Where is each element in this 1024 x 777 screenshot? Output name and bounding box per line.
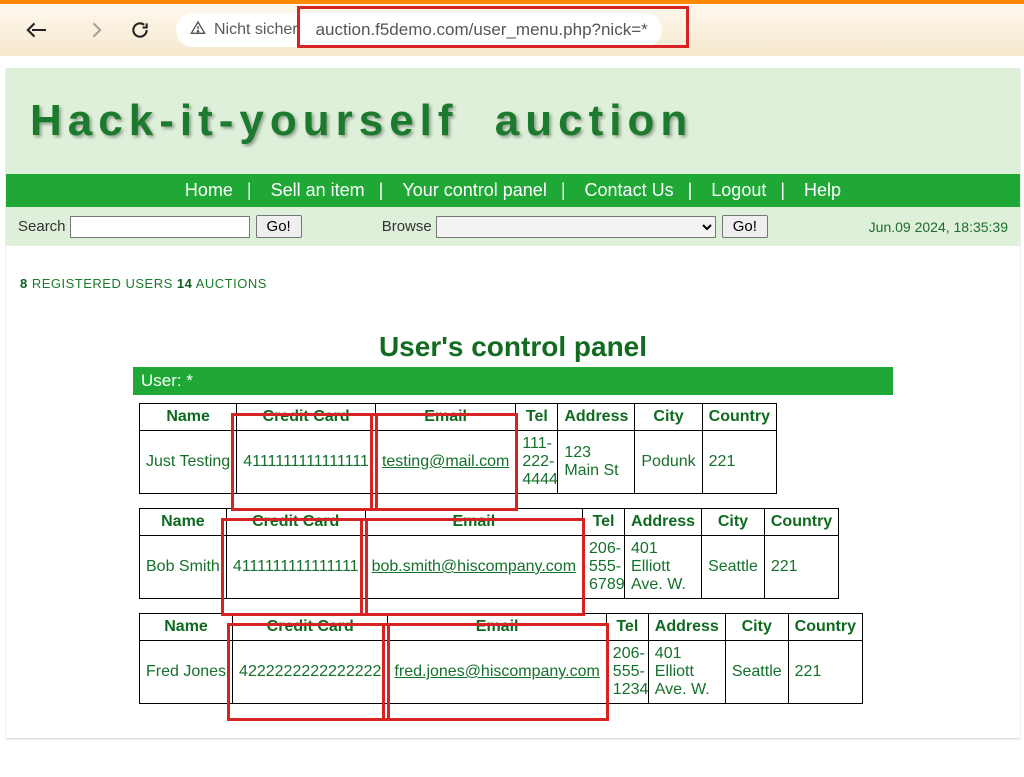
col-cc: Credit Card [237, 404, 376, 431]
panel-heading: User's control panel [20, 331, 1006, 363]
nav-logout[interactable]: Logout [711, 180, 766, 200]
search-input[interactable] [70, 216, 250, 238]
table-row: Fred Jones 4222222222222222 fred.jones@h… [140, 641, 863, 704]
table-row: Bob Smith 4111111111111111 bob.smith@his… [140, 536, 839, 599]
main-nav: Home| Sell an item| Your control panel| … [6, 174, 1020, 207]
cell-email: testing@mail.com [375, 431, 515, 494]
col-cc: Credit Card [233, 614, 388, 641]
col-addr: Address [648, 614, 725, 641]
cell-country: 221 [788, 641, 862, 704]
col-name: Name [140, 509, 227, 536]
cell-tel: 206-555-1234 [606, 641, 648, 704]
table-row: Just Testing 4111111111111111 testing@ma… [140, 431, 777, 494]
col-email: Email [388, 614, 606, 641]
col-country: Country [702, 404, 776, 431]
browse-label: Browse [382, 218, 432, 235]
cell-city: Seattle [725, 641, 788, 704]
nav-contact[interactable]: Contact Us [585, 180, 674, 200]
cell-email: fred.jones@hiscompany.com [388, 641, 606, 704]
cell-city: Seattle [702, 536, 765, 599]
nav-help[interactable]: Help [804, 180, 841, 200]
col-addr: Address [625, 509, 702, 536]
col-tel: Tel [606, 614, 648, 641]
user-bar: User: * [133, 367, 893, 395]
stats-line: 8 REGISTERED USERS 14 AUCTIONS [20, 276, 1006, 291]
browse-select[interactable] [436, 216, 716, 238]
search-label: Search [18, 218, 66, 235]
cell-cc: 4111111111111111 [237, 431, 376, 494]
email-link[interactable]: bob.smith@hiscompany.com [372, 558, 576, 575]
email-link[interactable]: fred.jones@hiscompany.com [394, 663, 599, 680]
email-link[interactable]: testing@mail.com [382, 453, 509, 470]
cell-name: Bob Smith [140, 536, 227, 599]
cell-addr: 123 Main St [558, 431, 635, 494]
col-country: Country [764, 509, 838, 536]
user-record-table: Name Credit Card Email Tel Address City … [139, 508, 839, 599]
cell-addr: 401 Elliott Ave. W. [648, 641, 725, 704]
col-email: Email [375, 404, 515, 431]
url-text: auction.f5demo.com/user_menu.php?nick=* [316, 20, 648, 40]
site-title: Hack-it-yourself auction [30, 96, 996, 146]
security-label: Nicht sicher [214, 21, 298, 39]
cell-city: Podunk [635, 431, 702, 494]
cell-cc: 4222222222222222 [233, 641, 388, 704]
nav-sell[interactable]: Sell an item [271, 180, 365, 200]
back-button[interactable] [14, 14, 70, 46]
insecure-warning-icon [190, 20, 206, 40]
forward-button[interactable] [78, 14, 114, 46]
col-cc: Credit Card [226, 509, 365, 536]
browser-toolbar: Nicht sicher auction.f5demo.com/user_men… [0, 0, 1024, 56]
cell-country: 221 [702, 431, 776, 494]
search-go-button[interactable]: Go! [256, 215, 302, 238]
col-name: Name [140, 614, 233, 641]
browse-go-button[interactable]: Go! [722, 215, 768, 238]
cell-tel: 206-555-6789 [583, 536, 625, 599]
cell-email: bob.smith@hiscompany.com [365, 536, 582, 599]
col-country: Country [788, 614, 862, 641]
user-record-table: Name Credit Card Email Tel Address City … [139, 403, 777, 494]
col-name: Name [140, 404, 237, 431]
col-tel: Tel [583, 509, 625, 536]
col-tel: Tel [516, 404, 558, 431]
col-city: City [635, 404, 702, 431]
cell-name: Fred Jones [140, 641, 233, 704]
timestamp: Jun.09 2024, 18:35:39 [869, 219, 1008, 235]
utility-row: Search Go! Browse Go! Jun.09 2024, 18:35… [6, 207, 1020, 246]
user-record-table: Name Credit Card Email Tel Address City … [139, 613, 863, 704]
site-banner: Hack-it-yourself auction [6, 68, 1020, 174]
col-city: City [702, 509, 765, 536]
nav-control-panel[interactable]: Your control panel [402, 180, 546, 200]
col-city: City [725, 614, 788, 641]
cell-addr: 401 Elliott Ave. W. [625, 536, 702, 599]
cell-country: 221 [764, 536, 838, 599]
cell-tel: 111-222-4444 [516, 431, 558, 494]
cell-cc: 4111111111111111 [226, 536, 365, 599]
cell-name: Just Testing [140, 431, 237, 494]
nav-home[interactable]: Home [185, 180, 233, 200]
col-email: Email [365, 509, 582, 536]
address-bar[interactable]: Nicht sicher auction.f5demo.com/user_men… [176, 13, 662, 47]
reload-button[interactable] [122, 14, 158, 46]
col-addr: Address [558, 404, 635, 431]
